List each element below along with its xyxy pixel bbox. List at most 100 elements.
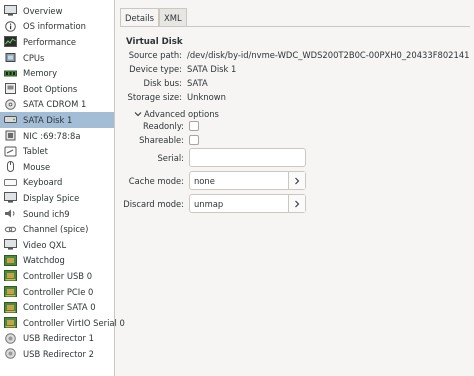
tab-details[interactable]: Details (120, 8, 160, 27)
shareable-checkbox[interactable] (189, 135, 199, 145)
chevron-right-icon[interactable] (288, 172, 305, 189)
sidebar-item-label: Controller VirtIO Serial 0 (23, 317, 125, 328)
sound-icon (4, 208, 17, 219)
monitor-icon (4, 5, 17, 16)
sidebar-item[interactable]: Sound ich9 (0, 206, 114, 222)
storage-size-label: Storage size: (127, 92, 183, 102)
details-pane: Details XML Virtual Disk Source path: /d… (118, 4, 470, 376)
serial-label: Serial: (157, 153, 184, 163)
controller-icon (4, 301, 17, 313)
sidebar-item-label: Memory (23, 68, 58, 79)
sidebar-item-label: Controller SATA 0 (23, 302, 96, 313)
usb-redirector-icon (4, 333, 17, 344)
section-heading: Virtual Disk (126, 37, 183, 47)
sidebar-item-label: Display Spice (23, 192, 80, 203)
device-type-label: Device type: (129, 64, 182, 74)
sidebar-item[interactable]: Controller PCIe 0 (0, 284, 114, 300)
sidebar-item-label: Boot Options (23, 83, 78, 94)
sidebar-item[interactable]: USB Redirector 2 (0, 346, 114, 362)
sidebar-item-label: Sound ich9 (23, 208, 70, 219)
readonly-checkbox[interactable] (189, 121, 199, 131)
sidebar-item[interactable]: Controller USB 0 (0, 268, 114, 284)
sidebar-item[interactable]: SATA CDROM 1 (0, 97, 114, 113)
sidebar-item-label: Video QXL (23, 239, 67, 250)
discard-mode-value: unmap (194, 198, 224, 209)
sidebar-item-label: Keyboard (23, 177, 63, 188)
cache-mode-label: Cache mode: (128, 176, 184, 186)
shareable-label: Shareable: (139, 135, 184, 145)
mouse-icon (4, 161, 17, 173)
serial-input[interactable] (189, 148, 306, 167)
sidebar-item-label: OS information (23, 21, 86, 32)
sidebar-item[interactable]: Watchdog (0, 253, 114, 269)
disk-icon (4, 114, 17, 125)
disk-bus-value: SATA (187, 78, 208, 88)
sidebar-item[interactable]: Controller SATA 0 (0, 299, 114, 315)
video-icon (4, 239, 17, 250)
sidebar-item-label: Controller USB 0 (23, 270, 93, 281)
sidebar-item[interactable]: Keyboard (0, 175, 114, 191)
channel-icon (4, 224, 17, 235)
sidebar-item-label: SATA CDROM 1 (23, 99, 87, 110)
controller-icon (4, 270, 17, 282)
sidebar-item[interactable]: SATA Disk 1 (0, 112, 114, 128)
sidebar-item-label: Watchdog (23, 255, 65, 266)
controller-icon (4, 317, 17, 329)
sidebar-item[interactable]: NIC :69:78:8a (0, 128, 114, 144)
advanced-options-label: Advanced options (144, 109, 219, 119)
storage-size-value: Unknown (187, 92, 226, 102)
vm-details-window: Overview OS information Performance CPUs Mem… (0, 0, 474, 376)
watchdog-icon (4, 254, 17, 266)
tab-xml[interactable]: XML (159, 8, 187, 27)
cache-mode-value: none (194, 175, 215, 186)
sidebar-item[interactable]: Controller VirtIO Serial 0 (0, 315, 125, 331)
sidebar-item-label: Performance (23, 36, 77, 47)
sidebar-item[interactable]: Memory (0, 65, 114, 81)
sidebar-item-label: USB Redirector 1 (23, 333, 94, 344)
cache-mode-combo[interactable]: none (189, 171, 306, 190)
memory-icon (4, 68, 17, 79)
sidebar-item-label: Tablet (23, 146, 48, 157)
sidebar-item[interactable]: Display Spice (0, 190, 114, 206)
sidebar-item-label: USB Redirector 2 (23, 348, 94, 359)
chevron-down-icon (134, 110, 142, 118)
sidebar-item-label: SATA Disk 1 (23, 114, 73, 125)
sidebar-item[interactable]: Channel (spice) (0, 221, 114, 237)
display-icon (4, 192, 17, 204)
cpu-icon (4, 52, 17, 63)
device-type-value: SATA Disk 1 (187, 64, 237, 74)
sidebar-item-label: Mouse (23, 161, 51, 172)
sidebar-item[interactable]: Tablet (0, 143, 114, 159)
sidebar-item[interactable]: Overview (0, 3, 114, 19)
sidebar-item[interactable]: Mouse (0, 159, 114, 175)
sidebar-item[interactable]: USB Redirector 1 (0, 331, 114, 347)
keyboard-icon (4, 177, 17, 188)
sidebar-item-label: NIC :69:78:8a (23, 130, 81, 141)
sidebar-item-label: CPUs (23, 52, 45, 63)
sidebar-item[interactable]: OS information (0, 19, 114, 35)
usb-redirector-icon (4, 348, 17, 360)
sidebar-item-label: Channel (spice) (23, 224, 89, 235)
advanced-options-expander[interactable]: Advanced options (134, 109, 219, 119)
tab-bar: Details XML (120, 8, 187, 27)
sidebar-item-label: Overview (23, 5, 63, 16)
hardware-sidebar: Overview OS information Performance CPUs Mem… (0, 0, 125, 376)
source-path-label: Source path: (128, 50, 182, 60)
discard-mode-combo[interactable]: unmap (189, 194, 306, 213)
sidebar-item[interactable]: CPUs (0, 50, 114, 66)
discard-mode-label: Discard mode: (123, 199, 184, 209)
details-panel: Virtual Disk Source path: /dev/disk/by-i… (120, 26, 470, 376)
source-path-value: /dev/disk/by-id/nvme-WDC_WDS200T2B0C-00P… (187, 50, 470, 60)
sidebar-item[interactable]: Performance (0, 34, 114, 50)
info-icon (4, 21, 17, 32)
cdrom-icon (4, 99, 17, 110)
performance-icon (4, 36, 17, 48)
tablet-icon (4, 146, 17, 157)
boot-icon (4, 83, 17, 95)
network-icon (4, 130, 17, 141)
controller-icon (4, 286, 17, 298)
sidebar-item[interactable]: Boot Options (0, 81, 114, 97)
sidebar-item[interactable]: Video QXL (0, 237, 114, 253)
chevron-right-icon[interactable] (288, 195, 305, 212)
sidebar-item-label: Controller PCIe 0 (23, 286, 94, 297)
